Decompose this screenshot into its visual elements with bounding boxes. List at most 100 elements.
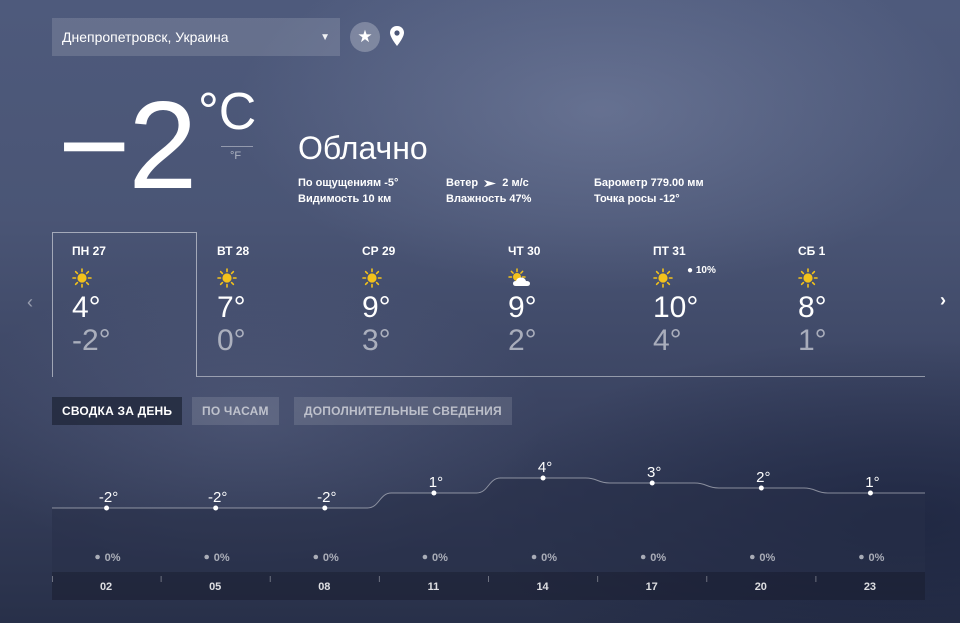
daily-temperature-chart: -2° 0% 02 -2° 0% 05 -2° 0% 08 1° 0% 11 4° 0% 14 3° 0% 17 2… <box>52 459 925 600</box>
visibility-value: 10 км <box>362 193 392 205</box>
temperature-point <box>322 505 328 511</box>
temperature-label: -2° <box>208 489 227 506</box>
location-pin-icon <box>390 26 404 46</box>
droplet-icon <box>204 554 209 560</box>
hour-label: 08 <box>318 581 330 593</box>
temperature-label: 1° <box>429 474 443 491</box>
droplet-icon <box>640 554 646 560</box>
forecast-high: 10° <box>653 291 699 324</box>
temperature-point <box>867 490 873 496</box>
location-name: Днепропетровск, Украина <box>62 29 229 45</box>
forecast-day-name: ПН 27 <box>72 244 106 258</box>
unit-fahrenheit[interactable]: °F <box>230 150 241 162</box>
tab-hourly[interactable]: ПО ЧАСАМ <box>192 397 279 425</box>
forecast-high: 9° <box>508 291 537 324</box>
barometer-label: Барометр <box>594 177 648 189</box>
forecast-low: 3° <box>362 324 391 357</box>
forecast-prev-arrow[interactable]: ‹ <box>27 292 33 313</box>
forecast-high: 4° <box>72 291 101 324</box>
star-plus-icon: ★ <box>357 27 373 46</box>
forecast-divider <box>197 376 925 377</box>
droplet-icon: ● <box>687 265 694 276</box>
chevron-down-icon: ▼ <box>320 31 330 43</box>
precip-label: 0% <box>214 552 230 564</box>
precip-label: 0% <box>105 552 121 564</box>
feels-like-label: По ощущениям <box>298 177 382 189</box>
temperature-point <box>431 490 437 496</box>
details-column-2: Ветер 2 м/с Влажность 47% <box>446 175 531 207</box>
hour-label: 23 <box>864 581 876 593</box>
hour-label: 05 <box>209 581 221 593</box>
forecast-day-name: ЧТ 30 <box>508 244 541 258</box>
precip-label: 0% <box>323 552 339 564</box>
droplet-icon <box>95 554 100 560</box>
humidity-value: 47% <box>509 193 532 205</box>
details-column-1: По ощущениям -5° Видимость 10 км <box>298 175 398 207</box>
temperature-point <box>649 480 655 486</box>
wind-value: 2 м/с <box>502 177 529 189</box>
hour-label: 11 <box>428 581 440 593</box>
details-column-3: Барометр 779.00 мм Точка росы -12° <box>594 175 704 207</box>
forecast-precip: ● 10% <box>687 265 716 276</box>
temperature-label: 2° <box>756 469 770 486</box>
tab-additional-details[interactable]: ДОПОЛНИТЕЛЬНЫЕ СВЕДЕНИЯ <box>294 397 512 425</box>
droplet-icon <box>859 554 864 560</box>
temperature-point <box>540 475 546 481</box>
forecast-day-name: СБ 1 <box>798 244 826 258</box>
precip-label: 0% <box>759 552 775 564</box>
forecast-low: 0° <box>217 324 246 357</box>
unit-divider <box>221 146 253 147</box>
temperature-label: 1° <box>865 474 879 491</box>
location-selector[interactable]: Днепропетровск, Украина ▼ <box>52 18 340 56</box>
forecast-day-name: ВТ 28 <box>217 244 250 258</box>
add-favorite-button[interactable]: ★ <box>350 22 380 52</box>
sun-icon <box>362 268 482 288</box>
droplet-icon <box>313 554 319 560</box>
droplet-icon <box>750 554 755 560</box>
hour-label: 17 <box>646 581 658 593</box>
forecast-day-5[interactable]: ПТ 31 ● 10% 10° 4° <box>653 244 773 358</box>
sun-icon <box>217 268 337 288</box>
precip-label: 0% <box>541 552 557 564</box>
current-temperature: −2 <box>58 77 197 215</box>
temperature-label: -2° <box>317 489 336 506</box>
wind-label: Ветер <box>446 177 479 189</box>
forecast-day-name: ПТ 31 <box>653 244 686 258</box>
wind-direction-icon <box>484 179 497 187</box>
tab-daily-summary[interactable]: СВОДКА ЗА ДЕНЬ <box>52 397 183 425</box>
forecast-day-1[interactable]: ПН 27 4° -2° <box>72 244 192 358</box>
hour-label: 14 <box>536 581 549 593</box>
temperature-point <box>213 505 219 511</box>
temperature-area <box>52 478 925 572</box>
forecast-day-3[interactable]: СР 29 9° 3° <box>362 244 482 358</box>
forecast-low: -2° <box>72 324 111 357</box>
dew-point-label: Точка росы <box>594 193 657 205</box>
droplet-icon <box>531 554 537 560</box>
forecast-day-name: СР 29 <box>362 244 396 258</box>
forecast-next-arrow[interactable]: › <box>940 290 946 311</box>
temperature-label: -2° <box>99 489 118 506</box>
sun-icon <box>798 268 918 288</box>
hour-label: 20 <box>755 581 767 593</box>
dew-point-value: -12° <box>659 193 680 205</box>
droplet-icon <box>422 554 428 560</box>
forecast-low: 4° <box>653 324 682 357</box>
forecast-day-4[interactable]: ЧТ 30 9° 2° <box>508 244 628 358</box>
precip-label: 0% <box>868 552 884 564</box>
forecast-high: 8° <box>798 291 827 324</box>
temperature-point <box>104 505 110 511</box>
unit-celsius[interactable]: °C <box>198 82 256 142</box>
visibility-label: Видимость <box>298 193 360 205</box>
forecast-low: 2° <box>508 324 537 357</box>
forecast-low: 1° <box>798 324 827 357</box>
current-location-button[interactable] <box>388 25 406 49</box>
barometer-value: 779.00 мм <box>650 177 704 189</box>
forecast-day-2[interactable]: ВТ 28 7° 0° <box>217 244 337 358</box>
hour-label: 02 <box>100 581 112 593</box>
feels-like-value: -5° <box>384 177 399 189</box>
forecast-day-6[interactable]: СБ 1 8° 1° <box>798 244 918 358</box>
temperature-point <box>758 485 764 491</box>
temperature-label: 4° <box>538 459 552 476</box>
partly-cloudy-icon <box>508 268 628 288</box>
temperature-label: 3° <box>647 464 661 481</box>
